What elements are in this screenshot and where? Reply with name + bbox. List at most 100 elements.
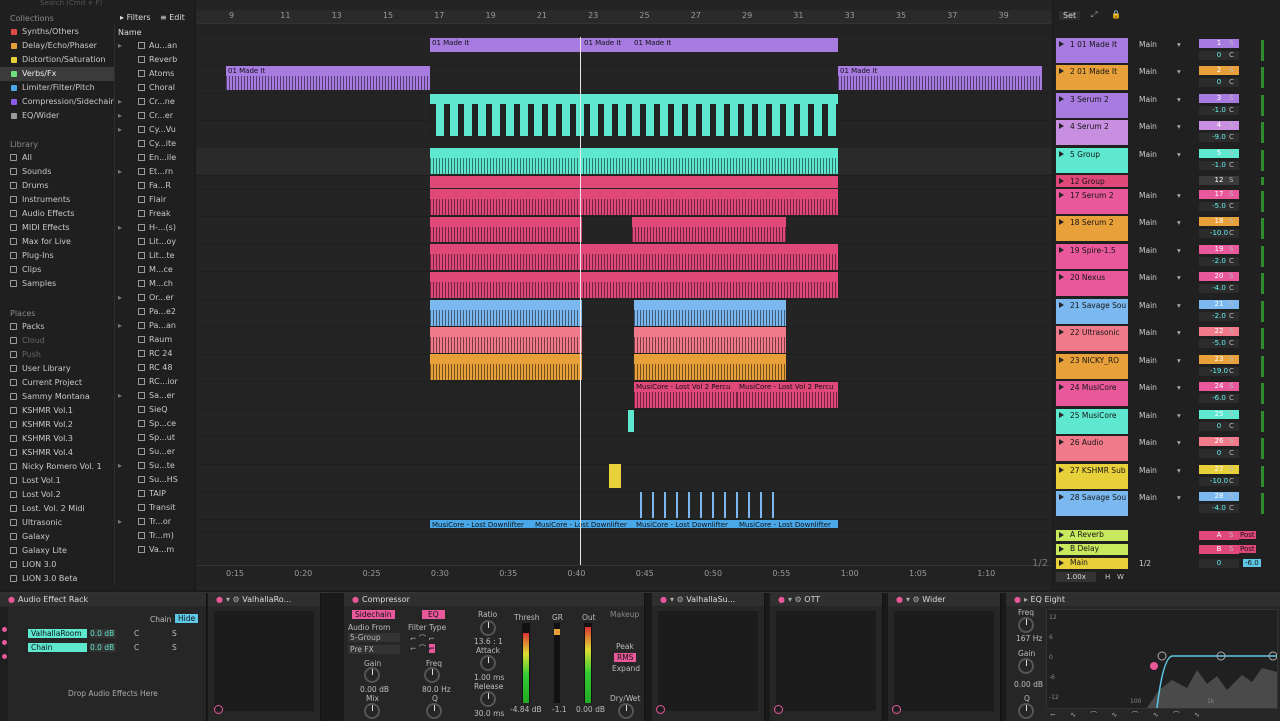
compressor-device[interactable]: ● Compressor Sidechain EQ Audio From 5-Gr… <box>344 593 645 721</box>
center-pan[interactable]: C <box>1229 422 1234 430</box>
track-output-select[interactable]: Main <box>1139 218 1157 227</box>
track-play-icon[interactable] <box>1059 96 1064 102</box>
arrangement-clip[interactable] <box>430 354 582 380</box>
track-lane[interactable] <box>196 464 1052 492</box>
track-play-icon[interactable] <box>1059 219 1064 225</box>
arrangement-clip[interactable] <box>724 492 726 518</box>
gain-knob[interactable] <box>364 667 380 683</box>
track-header[interactable]: 25 MusiCore <box>1056 409 1128 434</box>
macro-dot-icon[interactable] <box>2 654 7 659</box>
file-item[interactable]: RC 24 <box>115 347 193 361</box>
track-header[interactable]: 24 MusiCore <box>1056 381 1128 406</box>
track-header[interactable]: 27 KSHMR Sub <box>1056 464 1128 489</box>
release-knob[interactable] <box>480 691 496 707</box>
arrangement-clip[interactable] <box>736 492 738 518</box>
freq-value[interactable]: 80.0 Hz <box>422 685 451 694</box>
arrangement-clip[interactable]: MusiCore - Lost Downlifter <box>634 520 737 528</box>
chain-tab[interactable]: Chain <box>150 615 171 624</box>
mix-knob[interactable] <box>364 703 380 719</box>
track-header[interactable]: 26 Audio <box>1056 436 1128 461</box>
wider-device[interactable]: ● ▾ ⚙ Wider <box>888 593 1001 721</box>
out-value[interactable]: 0.00 dB <box>576 705 605 714</box>
file-item[interactable]: ▸ H-...(s) <box>115 221 193 235</box>
solo-button[interactable]: S <box>1229 272 1233 280</box>
solo-button[interactable]: S <box>1229 94 1233 102</box>
track-header[interactable]: 5 Group <box>1056 148 1128 173</box>
collection-item[interactable]: Verbs/Fx <box>0 67 114 81</box>
track-header[interactable]: 20 Nexus <box>1056 271 1128 296</box>
track-play-icon[interactable] <box>1059 384 1064 390</box>
file-item[interactable]: Lit...oy <box>115 235 193 249</box>
track-header[interactable]: 17 Serum 2 <box>1056 189 1128 214</box>
solo-button[interactable]: S <box>1229 531 1233 539</box>
track-play-icon[interactable] <box>1059 560 1064 566</box>
output-dropdown-icon[interactable]: ▾ <box>1177 466 1181 475</box>
track-output-select[interactable]: Main <box>1139 150 1157 159</box>
file-item[interactable]: ▸ Cr...ne <box>115 95 193 109</box>
track-header[interactable]: 21 Savage Sou <box>1056 299 1128 324</box>
collection-item[interactable]: Synths/Others <box>0 25 114 39</box>
post-toggle[interactable]: Post <box>1239 545 1256 553</box>
file-item[interactable]: M...ch <box>115 277 193 291</box>
library-item[interactable]: MIDI Effects <box>0 221 114 235</box>
place-item[interactable]: Cloud <box>0 334 114 348</box>
track-output-select[interactable]: Main <box>1139 301 1157 310</box>
collection-item[interactable]: Compression/Sidechain <box>0 95 114 109</box>
expand-icon[interactable]: ⤢ <box>1091 10 1097 20</box>
place-item[interactable]: KSHMR Vol.3 <box>0 432 114 446</box>
place-item[interactable]: LION 3.0 <box>0 558 114 572</box>
output-dropdown-icon[interactable]: ▾ <box>1177 40 1181 49</box>
output-dropdown-icon[interactable]: ▾ <box>1177 328 1181 337</box>
arrangement-clip[interactable] <box>634 327 786 353</box>
output-dropdown-icon[interactable]: ▾ <box>1177 438 1181 447</box>
eq-band-filter-selector[interactable]: ⌐ ∿ ⌒ ∿ ⌒ ∿ ⌒ ∿ <box>1050 710 1276 720</box>
collection-item[interactable]: EQ/Wider <box>0 109 114 123</box>
collection-item[interactable]: Limiter/Filter/Pitch <box>0 81 114 95</box>
place-item[interactable]: Galaxy Lite <box>0 544 114 558</box>
file-item[interactable]: Tr...m) <box>115 529 193 543</box>
macro-map-icon[interactable] <box>892 705 901 714</box>
track-play-icon[interactable] <box>1059 329 1064 335</box>
power-icon[interactable]: ● <box>778 595 785 604</box>
file-item[interactable]: TAIP <box>115 487 193 501</box>
arrangement-clip[interactable]: MusiCore - Lost Downlifter <box>533 520 634 528</box>
track-header[interactable]: 12 Group <box>1056 175 1128 187</box>
track-output-select[interactable]: Main <box>1139 356 1157 365</box>
file-item[interactable]: Lit...te <box>115 249 193 263</box>
track-lane[interactable] <box>196 409 1052 437</box>
place-item[interactable]: KSHMR Vol.1 <box>0 404 114 418</box>
file-item[interactable]: RC...ior <box>115 375 193 389</box>
width-toggle[interactable]: W <box>1117 573 1124 581</box>
chain-solo[interactable]: S <box>172 643 177 652</box>
file-item[interactable]: ▸ Pa...an <box>115 319 193 333</box>
master-volume[interactable]: 0 <box>1199 559 1239 568</box>
place-item[interactable]: Ultrasonic <box>0 516 114 530</box>
place-item[interactable]: Push <box>0 348 114 362</box>
file-item[interactable]: ▸ Or...er <box>115 291 193 305</box>
master-output-select[interactable]: 1/2 <box>1139 559 1151 568</box>
track-output-select[interactable]: Main <box>1139 411 1157 420</box>
makeup-toggle[interactable]: Makeup <box>610 610 639 619</box>
file-item[interactable]: Transit <box>115 501 193 515</box>
chain-volume[interactable]: 0.0 dB <box>90 629 116 638</box>
solo-button[interactable]: S <box>1229 355 1233 363</box>
freq-knob[interactable] <box>424 667 440 683</box>
output-dropdown-icon[interactable]: ▾ <box>1177 67 1181 76</box>
output-dropdown-icon[interactable]: ▾ <box>1177 150 1181 159</box>
track-header[interactable]: 22 Ultrasonic <box>1056 326 1128 351</box>
eq-freq-knob[interactable] <box>1018 617 1034 633</box>
eq-q-knob[interactable] <box>1018 703 1034 719</box>
file-item[interactable]: Cy...ite <box>115 137 193 151</box>
file-item[interactable]: M...ce <box>115 263 193 277</box>
expand-button[interactable]: Expand <box>612 664 640 673</box>
file-item[interactable]: Choral <box>115 81 193 95</box>
ratio-knob[interactable] <box>480 620 496 636</box>
output-dropdown-icon[interactable]: ▾ <box>1177 191 1181 200</box>
track-output-select[interactable]: Main <box>1139 466 1157 475</box>
macro-map-icon[interactable] <box>656 705 665 714</box>
solo-button[interactable]: S <box>1229 437 1233 445</box>
file-item[interactable]: ▸ Cy...Vu <box>115 123 193 137</box>
audio-from-select[interactable]: 5-Group <box>348 633 400 642</box>
arrangement-clip[interactable] <box>430 327 582 353</box>
post-toggle[interactable]: Post <box>1239 531 1256 539</box>
